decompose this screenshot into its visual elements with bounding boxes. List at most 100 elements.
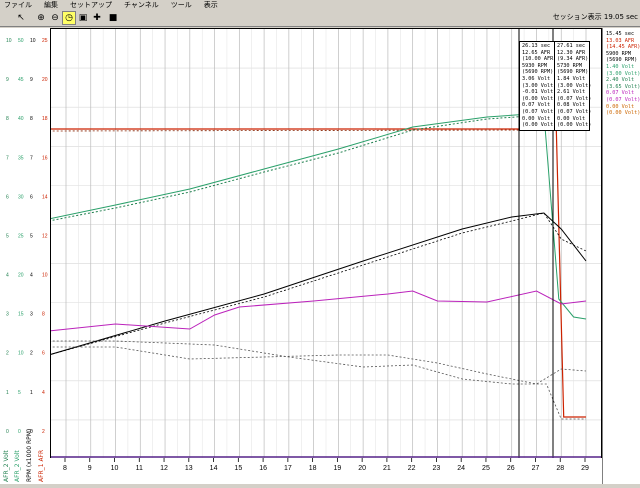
- x-tick-label: 19: [333, 465, 341, 472]
- left-axis-tick-label: 8: [42, 312, 45, 318]
- right-readout-time: 15.45 sec: [606, 31, 635, 37]
- right-readout-line: 1.40 Volt: [606, 63, 635, 70]
- readout-b-line: 0.00 Volt: [557, 115, 586, 122]
- left-axis-tick-label: 6: [42, 351, 45, 357]
- readout-a-line: -0.01 Volt: [522, 89, 554, 96]
- left-axis-tick-label: 6: [6, 194, 9, 200]
- readout-b-line: (5690 RPM): [557, 69, 589, 76]
- right-readout-line: (3.00 Volt): [606, 70, 640, 77]
- left-axis-tick-label: 4: [42, 390, 45, 396]
- x-tick-label: 20: [358, 465, 366, 472]
- zoom-out-icon[interactable]: ⊖: [48, 11, 62, 25]
- left-axis-tick-label: 0: [18, 429, 21, 435]
- readout-a-line: (3.00 Volt): [522, 82, 557, 89]
- left-axis-tick-label: 2: [42, 429, 45, 435]
- readout-a-line: (10.00 AFR): [522, 56, 557, 63]
- stop-icon[interactable]: ■: [106, 11, 120, 25]
- session-label: セッション表示: [552, 13, 602, 21]
- left-axis-tick-label: 45: [18, 77, 24, 83]
- left-axis-tick-label: 30: [18, 194, 24, 200]
- left-axis-tick-label: 10: [6, 38, 12, 44]
- x-tick-label: 13: [185, 465, 193, 472]
- right-readout-line: 13.03 AFR: [606, 37, 635, 44]
- axis-label-afr2-volt-a: AFR_2 Volt: [3, 450, 10, 482]
- left-axis-tick-label: 5: [30, 233, 33, 239]
- green1-tail-trace: [543, 112, 587, 320]
- left-axis-tick-label: 35: [18, 155, 24, 161]
- right-readout-line: (0.07 Volt): [606, 96, 640, 103]
- menu-edit[interactable]: 編集: [44, 1, 58, 9]
- x-tick-label: 11: [136, 465, 143, 472]
- clock-icon[interactable]: ◷: [62, 11, 76, 25]
- gray2-trace: [48, 340, 586, 420]
- right-readout-line: (5690 RPM): [606, 57, 638, 64]
- readout-a-line: 3.06 Volt: [522, 75, 551, 82]
- horizontal-scrollbar[interactable]: [0, 484, 640, 488]
- left-axis-tick-label: 20: [42, 77, 48, 83]
- left-axis-svg: 1098765432105045403530252015105010987654…: [6, 38, 48, 435]
- afr1-ref-trace: [48, 129, 544, 132]
- magenta-trace: [48, 290, 587, 332]
- readout-b-line: (0.07 Volt): [557, 95, 592, 102]
- left-axis-tick-label: 10: [42, 273, 48, 279]
- x-tick-label: 27: [532, 465, 540, 472]
- x-tick-label: 12: [160, 465, 168, 472]
- readout-b-line: 0.08 Volt: [557, 102, 586, 109]
- x-tick-label: 10: [111, 465, 119, 472]
- afr1-drop-trace: [546, 128, 586, 418]
- right-readout-line: 5900 RPM: [606, 50, 631, 57]
- cursor-readout-b: 27.61 sec 12.30 AFR (9.34 AFR) 5730 RPM …: [554, 41, 592, 131]
- readout-b-line: (0.00 Volt): [557, 122, 592, 129]
- rpm-ref-trace: [48, 212, 587, 356]
- toolbar: ↖ ⊕ ⊖ ◷ ▣ ✚ ■ セッション表示 19.05 sec: [0, 10, 640, 27]
- left-axis-tick-label: 16: [42, 155, 48, 161]
- menu-file[interactable]: ファイル: [4, 1, 32, 9]
- left-axis-panel: 10 9 8 7 6 5 4 3 2 1 0 50 45 40 35 30 25 20 15 10 5 0 10 9 8 7 6 5 4…: [0, 28, 51, 484]
- menu-channel[interactable]: チャンネル: [124, 1, 159, 9]
- left-axis-tick-label: 6: [30, 194, 33, 200]
- highlight-icon[interactable]: ▣: [76, 11, 90, 25]
- menu-setup[interactable]: セットアップ: [70, 1, 112, 9]
- x-tick-label: 24: [457, 465, 465, 472]
- left-axis-tick-label: 50: [18, 38, 24, 44]
- readout-a-line: (5690 RPM): [522, 69, 554, 76]
- left-axis-tick-label: 8: [6, 116, 9, 122]
- left-axis-tick-label: 15: [18, 312, 24, 318]
- right-readout-line: 2.40 Volt: [606, 77, 635, 84]
- session-value: 19.05 sec: [603, 13, 638, 21]
- x-tick-label: 14: [210, 465, 218, 472]
- menu-view[interactable]: 表示: [204, 1, 218, 9]
- left-axis-tick-label: 0: [6, 429, 9, 435]
- left-axis-tick-label: 1: [30, 390, 33, 396]
- axis-label-afr1: AFR_1 AFR: [38, 449, 45, 482]
- time-axis-svg: 8 9 10 11 12 13 14 15 16 17 18 19 20 21 22 23 24 25 26 27 28…: [63, 458, 589, 472]
- zoom-in-icon[interactable]: ⊕: [34, 11, 48, 25]
- x-tick-label: 28: [556, 465, 564, 472]
- left-axis-tick-label: 1: [6, 390, 9, 396]
- left-axis-tick-label: 4: [30, 273, 33, 279]
- axis-label-afr2-volt-b: AFR_2 Volt: [14, 450, 21, 482]
- menu-tools[interactable]: ツール: [171, 1, 192, 9]
- x-tick-label: 21: [383, 465, 391, 472]
- readout-b-line: 1.84 Volt: [557, 75, 586, 82]
- left-axis-tick-label: 10: [18, 351, 24, 357]
- readout-a-line: (0.00 Volt): [522, 122, 557, 129]
- readout-a-line: 0.07 Volt: [522, 102, 551, 109]
- readout-a-line: 0.00 Volt: [522, 115, 551, 122]
- readout-a-line: (0.00 Volt): [522, 95, 557, 102]
- x-tick-label: 16: [259, 465, 267, 472]
- session-status: セッション表示 19.05 sec: [553, 12, 638, 22]
- arrow-tool-icon[interactable]: ↖: [14, 11, 28, 25]
- left-axis-tick-label: 2: [6, 351, 9, 357]
- readout-b-line: 12.30 AFR: [557, 49, 586, 56]
- plot-area[interactable]: 26.13 sec 12.65 AFR (10.00 AFR) 5930 RPM…: [48, 28, 602, 460]
- left-axis-tick-label: 4: [6, 273, 9, 279]
- left-axis-tick-label: 5: [18, 390, 21, 396]
- left-axis-tick-label: 3: [30, 312, 33, 318]
- left-axis-tick-label: 3: [6, 312, 9, 318]
- marker-icon[interactable]: ✚: [90, 11, 104, 25]
- readout-a-line: (0.07 Volt): [522, 108, 557, 115]
- readout-b-line: (9.34 AFR): [557, 56, 589, 63]
- x-tick-label: 17: [284, 465, 292, 472]
- left-axis-tick-label: 2: [30, 351, 33, 357]
